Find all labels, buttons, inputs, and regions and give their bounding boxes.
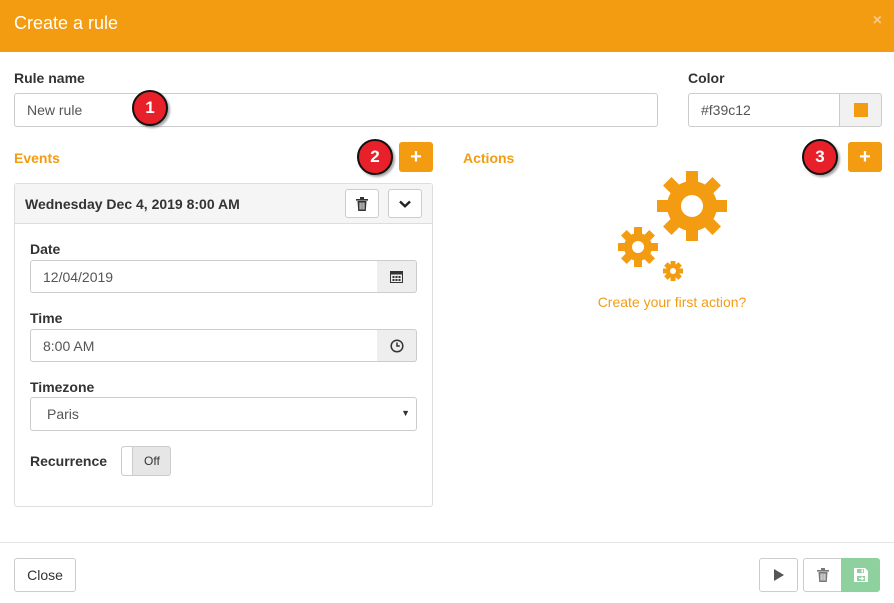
date-value: 12/04/2019 <box>43 268 114 285</box>
annotation-badge-3: 3 <box>802 139 838 175</box>
run-rule-button[interactable] <box>759 558 798 592</box>
play-icon <box>773 569 784 581</box>
trash-icon <box>356 196 368 211</box>
footer-divider <box>0 542 894 543</box>
add-action-button[interactable]: + <box>848 142 882 172</box>
color-input[interactable]: #f39c12 <box>688 93 840 127</box>
add-event-button[interactable]: + <box>399 142 433 172</box>
timezone-select[interactable]: Paris ▼ <box>30 397 417 431</box>
event-panel-header: Wednesday Dec 4, 2019 8:00 AM <box>15 184 432 224</box>
time-label: Time <box>30 310 63 326</box>
gears-icon <box>618 171 727 281</box>
dialog-header: Create a rule × <box>0 0 894 52</box>
collapse-event-button[interactable] <box>388 189 422 218</box>
event-heading: Wednesday Dec 4, 2019 8:00 AM <box>25 196 240 212</box>
annotation-badge-2: 2 <box>357 139 393 175</box>
delete-event-button[interactable] <box>345 189 379 218</box>
rule-name-value: New rule <box>27 102 83 118</box>
chevron-down-icon <box>399 200 411 208</box>
time-input[interactable]: 8:00 AM <box>30 329 378 362</box>
timezone-value: Paris <box>47 406 79 422</box>
recurrence-label: Recurrence <box>30 453 108 469</box>
rule-name-label: Rule name <box>14 70 85 86</box>
timezone-label: Timezone <box>30 379 95 395</box>
date-picker-button[interactable] <box>377 260 417 293</box>
calendar-icon <box>390 271 403 283</box>
color-picker-button[interactable] <box>839 93 882 127</box>
events-title: Events <box>14 150 60 166</box>
rule-name-input[interactable]: New rule <box>14 93 658 127</box>
close-button[interactable]: Close <box>14 558 76 592</box>
time-value: 8:00 AM <box>43 337 95 354</box>
trash-icon <box>816 568 829 582</box>
color-label: Color <box>688 70 725 86</box>
select-caret-icon: ▼ <box>401 408 410 418</box>
date-input[interactable]: 12/04/2019 <box>30 260 378 293</box>
color-value: #f39c12 <box>701 102 751 118</box>
annotation-badge-1: 1 <box>132 90 168 126</box>
save-icon <box>853 568 868 582</box>
color-swatch <box>853 103 868 117</box>
date-label: Date <box>30 241 61 257</box>
close-icon[interactable]: × <box>873 12 882 30</box>
save-rule-button[interactable] <box>841 558 880 592</box>
time-picker-button[interactable] <box>377 329 417 362</box>
create-first-action-link[interactable]: Create your first action? <box>572 294 772 310</box>
actions-title: Actions <box>463 150 515 166</box>
recurrence-state: Off <box>144 454 160 468</box>
toggle-knob <box>122 447 133 475</box>
delete-rule-button[interactable] <box>803 558 842 592</box>
clock-icon <box>389 338 404 353</box>
recurrence-toggle[interactable]: Off <box>121 446 171 476</box>
dialog-title: Create a rule <box>14 13 119 33</box>
